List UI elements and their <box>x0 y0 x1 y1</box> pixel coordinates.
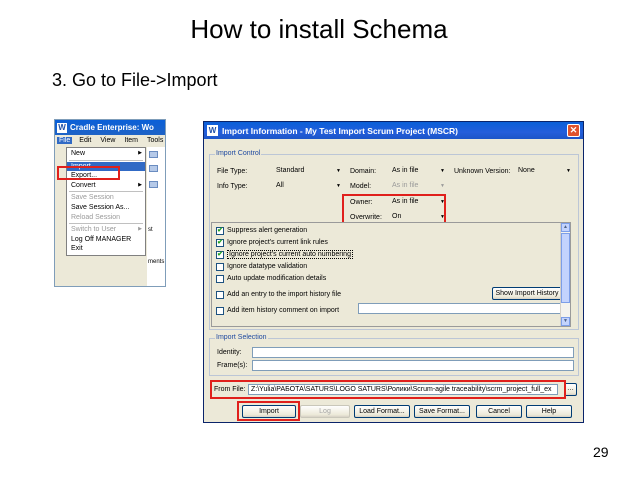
submenu-arrow-icon: ▶ <box>138 150 142 156</box>
domain-select[interactable]: As in file ▼ <box>390 166 446 177</box>
checkbox[interactable] <box>216 262 224 271</box>
scroll-down-icon[interactable]: ▼ <box>561 317 570 326</box>
option-row[interactable]: Auto update modification details <box>216 273 326 284</box>
checkbox[interactable]: ✔ <box>216 250 224 259</box>
import-button-highlight-box <box>237 401 300 421</box>
menu-view[interactable]: View <box>98 137 117 144</box>
menu-item-save-session: Save Session <box>71 194 114 202</box>
option-row[interactable]: ✔ Ignore project's current link rules <box>216 237 328 248</box>
model-select: As in file ▼ <box>392 182 445 189</box>
frames-input[interactable] <box>252 360 574 371</box>
menu-item-convert[interactable]: Convert ▶ <box>67 181 145 191</box>
checkbox[interactable]: ✔ <box>216 226 224 235</box>
chevron-down-icon: ▼ <box>336 183 341 189</box>
page-number: 29 <box>593 444 609 460</box>
identity-input[interactable] <box>252 347 574 358</box>
menu-item-new[interactable]: New ▶ <box>67 149 145 159</box>
domain-label: Domain: <box>350 168 377 175</box>
dialog-titlebar: W Import Information - My Test Import Sc… <box>204 122 583 139</box>
menu-tools[interactable]: Tools <box>145 137 165 144</box>
cradle-app-window: W Cradle Enterprise: Wo File Edit View I… <box>54 119 166 287</box>
history-comment-input[interactable] <box>358 303 561 314</box>
app-side-panel: st ments <box>147 147 165 286</box>
file-type-label: File Type: <box>217 168 248 175</box>
chevron-down-icon: ▼ <box>336 168 341 174</box>
close-icon[interactable]: ✕ <box>567 124 580 137</box>
option-row[interactable]: Add item history comment on import <box>216 305 339 316</box>
checkbox[interactable] <box>216 274 224 283</box>
help-button[interactable]: Help <box>526 405 572 418</box>
toolbar-icon <box>149 165 158 172</box>
save-format-button[interactable]: Save Format... <box>414 405 470 418</box>
menu-separator <box>69 159 143 161</box>
scroll-up-icon[interactable]: ▲ <box>561 223 570 232</box>
option-row[interactable]: ✔ Suppress alert generation <box>216 225 307 236</box>
slide-title: How to install Schema <box>190 14 448 44</box>
submenu-arrow-icon: ▶ <box>138 181 142 188</box>
menu-item-save-session-as[interactable]: Save Session As... <box>67 203 145 213</box>
dialog-title: Import Information - My Test Import Scru… <box>222 125 458 136</box>
toolbar-icon <box>149 151 158 158</box>
import-selection-label: Import Selection <box>215 334 268 341</box>
show-import-history-button[interactable]: Show Import History <box>492 287 562 300</box>
chevron-down-icon: ▼ <box>440 183 445 189</box>
side-fragment: ments <box>148 259 165 265</box>
from-file-highlight-box <box>210 380 566 399</box>
menu-item[interactable]: Item <box>122 137 140 144</box>
unknown-version-label: Unknown Version: <box>454 168 511 175</box>
app-title: Cradle Enterprise: Wo <box>70 123 154 132</box>
import-highlight-box <box>57 166 120 180</box>
checkbox[interactable]: ✔ <box>216 238 224 247</box>
checkbox[interactable] <box>216 306 224 315</box>
info-type-select[interactable]: All ▼ <box>274 181 342 192</box>
app-titlebar: W Cradle Enterprise: Wo <box>55 120 165 135</box>
identity-label: Identity: <box>217 349 242 356</box>
menu-separator <box>69 223 143 225</box>
option-row[interactable]: Ignore datatype validation <box>216 261 307 272</box>
log-button: Log <box>300 405 350 418</box>
side-fragment: st <box>148 227 153 233</box>
chevron-down-icon: ▼ <box>440 168 445 174</box>
cradle-logo-icon: W <box>207 125 218 136</box>
checkbox[interactable] <box>216 290 224 299</box>
menu-file[interactable]: File <box>57 137 73 144</box>
file-type-select[interactable]: Standard ▼ <box>274 166 342 177</box>
menu-edit[interactable]: Edit <box>77 137 93 144</box>
file-menu-dropdown: New ▶ Import... Export... Convert ▶ Save S… <box>66 147 146 256</box>
import-control-label: Import Control <box>215 150 262 157</box>
import-dialog: W Import Information - My Test Import Sc… <box>203 121 584 423</box>
menu-item-switch-user: Switch to User ▶ <box>71 226 142 234</box>
submenu-arrow-icon: ▶ <box>138 226 142 233</box>
step-text: 3. Go to File->Import <box>52 70 218 90</box>
frames-label: Frame(s): <box>217 362 248 369</box>
menu-separator <box>69 191 143 193</box>
app-menubar: File Edit View Item Tools <box>55 135 165 146</box>
menu-item-reload-session: Reload Session <box>71 213 121 221</box>
toolbar-icon <box>149 181 158 188</box>
menu-item-log-off[interactable]: Log Off MANAGER <box>67 235 145 245</box>
chevron-down-icon: ▼ <box>566 168 571 174</box>
load-format-button[interactable]: Load Format... <box>354 405 410 418</box>
info-type-label: Info Type: <box>217 183 248 190</box>
import-options-list: ✔ Suppress alert generation ✔ Ignore proje… <box>211 222 571 327</box>
option-row[interactable]: Add an entry to the import history file <box>216 289 341 300</box>
cancel-button[interactable]: Cancel <box>476 405 522 418</box>
options-scrollbar[interactable]: ▲ ▼ <box>560 223 570 326</box>
unknown-version-select[interactable]: None ▼ <box>516 166 572 177</box>
option-row[interactable]: ✔ Ignore project's current auto numbering <box>216 249 353 260</box>
menu-item-exit[interactable]: Exit <box>67 244 145 254</box>
cradle-logo-icon: W <box>57 122 67 133</box>
model-label: Model: <box>350 183 372 190</box>
scroll-thumb[interactable] <box>561 233 570 303</box>
